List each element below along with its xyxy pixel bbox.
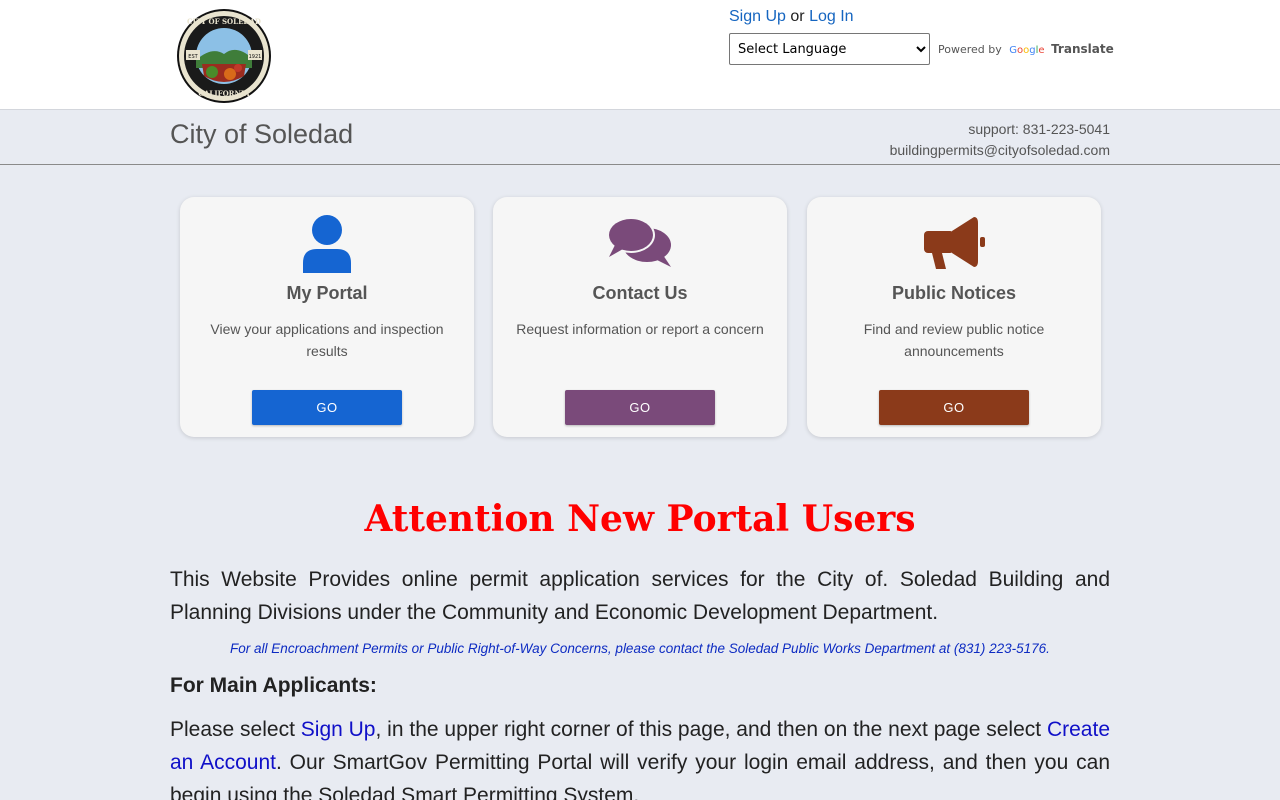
attention-heading: Attention New Portal Users [364, 498, 916, 540]
language-select[interactable]: Select Language [729, 33, 930, 65]
card-public-notices: Public Notices Find and review public no… [807, 197, 1101, 437]
sign-up-link[interactable]: Sign Up [729, 8, 786, 25]
card-description: View your applications and inspection re… [210, 321, 444, 359]
card-my-portal: My Portal View your applications and ins… [180, 197, 474, 437]
card-title: Contact Us [592, 283, 688, 303]
logo-bottom-text: CALIFORNIA [198, 89, 250, 98]
public-notices-go-button[interactable]: GO [879, 390, 1029, 425]
top-header: EST 1921 CITY OF SOLEDAD CALIFORNIA Sign… [0, 0, 1280, 110]
instructions-paragraph: Please select Sign Up, in the upper righ… [170, 713, 1110, 800]
google-logo-icon: Google [1009, 45, 1045, 56]
encroachment-note: For all Encroachment Permits or Public R… [230, 641, 1050, 656]
main-applicants-heading: For Main Applicants: [170, 674, 377, 697]
my-portal-go-button[interactable]: GO [252, 390, 402, 425]
city-seal-logo[interactable]: EST 1921 CITY OF SOLEDAD CALIFORNIA [172, 8, 276, 104]
intro-paragraph: This Website Provides online permit appl… [170, 568, 1110, 624]
sub-header: City of Soledad support: 831-223-5041 bu… [0, 111, 1280, 165]
support-contact: support: 831-223-5041 buildingpermits@ci… [890, 119, 1110, 161]
card-contact-us: Contact Us Request information or report… [493, 197, 787, 437]
instructions-sign-up-link[interactable]: Sign Up [301, 718, 376, 741]
auth-or-text: or [790, 8, 805, 25]
card-title: Public Notices [891, 283, 1017, 303]
auth-links: Sign Up or Log In [729, 8, 854, 26]
card-description: Request information or report a concern [516, 321, 764, 337]
instructions-text-2: , in the upper right corner of this page… [375, 718, 1047, 741]
instructions-text-1: Please select [170, 718, 301, 741]
logo-year: 1921 [249, 54, 262, 60]
google-translate-credit: Powered by Google Translate [938, 42, 1114, 56]
megaphone-icon [807, 215, 1101, 273]
card-description: Find and review public notice announceme… [863, 321, 1045, 359]
powered-by-text: Powered by [938, 43, 1002, 56]
contact-us-go-button[interactable]: GO [565, 390, 715, 425]
log-in-link[interactable]: Log In [809, 8, 853, 25]
page-title: City of Soledad [170, 119, 354, 149]
user-icon [180, 215, 474, 273]
comments-icon [493, 215, 787, 273]
logo-est: EST [188, 54, 198, 60]
support-phone: support: 831-223-5041 [968, 121, 1110, 137]
translate-link[interactable]: Translate [1051, 42, 1114, 56]
instructions-text-3: . Our SmartGov Permitting Portal will ve… [170, 751, 1110, 800]
card-title: My Portal [286, 283, 368, 303]
support-email[interactable]: buildingpermits@cityofsoledad.com [890, 140, 1110, 161]
logo-top-text: CITY OF SOLEDAD [187, 17, 261, 26]
